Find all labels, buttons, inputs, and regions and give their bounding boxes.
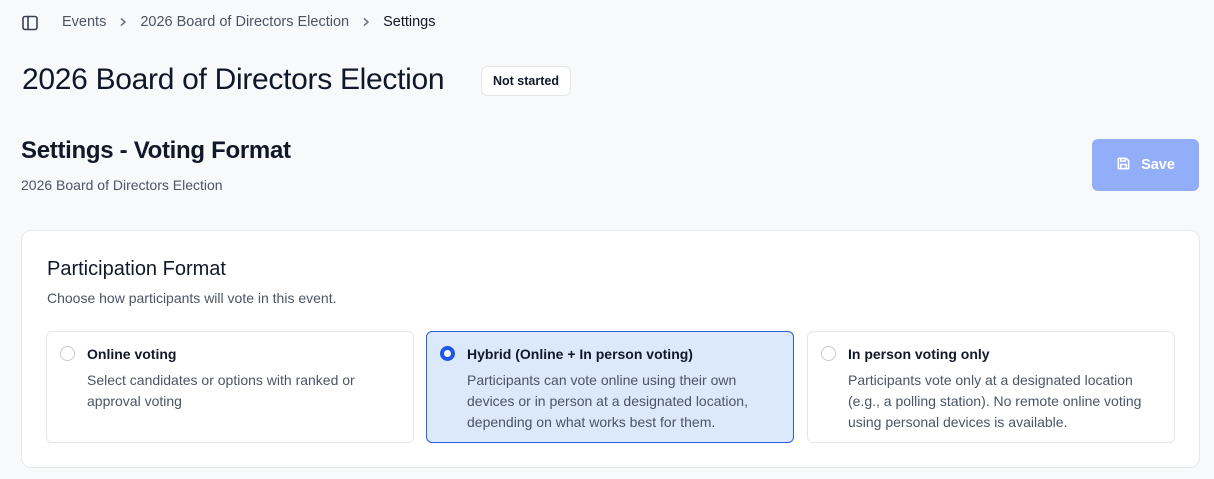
option-title: Online voting <box>87 346 177 362</box>
section-title: Settings - Voting Format <box>21 137 291 164</box>
card-title: Participation Format <box>47 258 226 280</box>
card-description: Choose how participants will vote in thi… <box>47 290 337 306</box>
option-in-person-voting[interactable]: In person voting only Participants vote … <box>807 331 1175 443</box>
breadcrumb-item-events[interactable]: Events <box>62 14 106 30</box>
breadcrumb: Events 2026 Board of Directors Election … <box>62 14 436 30</box>
page-title: 2026 Board of Directors Election <box>22 63 445 96</box>
save-button[interactable]: Save <box>1092 139 1199 191</box>
breadcrumb-item-event[interactable]: 2026 Board of Directors Election <box>140 14 349 30</box>
option-description: Participants vote only at a designated l… <box>848 372 1142 430</box>
top-bar: Events 2026 Board of Directors Election … <box>0 0 1214 46</box>
chevron-right-icon <box>118 17 128 27</box>
section-subtitle: 2026 Board of Directors Election <box>21 177 223 193</box>
sidebar-toggle-icon[interactable] <box>21 14 39 32</box>
option-description: Select candidates or options with ranked… <box>87 372 355 409</box>
status-badge: Not started <box>481 66 571 96</box>
radio-online-voting[interactable] <box>60 346 75 361</box>
radio-hybrid-voting[interactable] <box>440 346 455 361</box>
option-title: In person voting only <box>848 346 990 362</box>
chevron-right-icon <box>361 17 371 27</box>
save-button-label: Save <box>1141 157 1175 173</box>
radio-in-person-voting[interactable] <box>821 346 836 361</box>
breadcrumb-current: Settings <box>383 14 436 30</box>
participation-format-card: Participation Format Choose how particip… <box>21 230 1200 468</box>
option-description: Participants can vote online using their… <box>467 372 748 430</box>
option-hybrid-voting[interactable]: Hybrid (Online + In person voting) Parti… <box>426 331 794 443</box>
option-title: Hybrid (Online + In person voting) <box>467 346 693 362</box>
save-icon <box>1116 156 1131 175</box>
option-online-voting[interactable]: Online voting Select candidates or optio… <box>46 331 414 443</box>
